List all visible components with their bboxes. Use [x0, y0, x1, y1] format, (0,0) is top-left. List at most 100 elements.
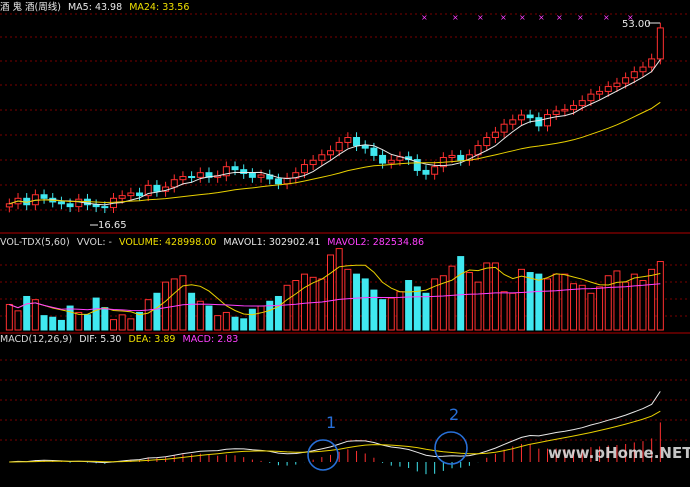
candle-body — [248, 172, 256, 178]
volume-bar — [509, 292, 517, 331]
candle-body — [656, 27, 664, 60]
marker-1-label: 1 — [326, 413, 336, 432]
volume-bar — [66, 305, 74, 331]
candle-body — [535, 117, 543, 127]
candle-body — [491, 131, 499, 139]
volume-bar — [240, 318, 248, 331]
volume-bar — [283, 284, 291, 331]
volume-value: VOLUME: 428998.00 — [119, 237, 217, 248]
price-header: 酒 鬼 酒(周线) MA5: 43.98 MA24: 33.56 — [0, 2, 193, 14]
candle-body — [596, 90, 604, 95]
candle-body — [370, 147, 378, 156]
vvol-value: VVOL: - — [76, 237, 112, 248]
volume-bar — [405, 280, 413, 331]
volume-bar — [335, 248, 343, 331]
volume-bar — [353, 273, 361, 331]
volume-panel-bars — [5, 248, 664, 331]
candle-body — [544, 114, 551, 127]
volume-bar — [413, 286, 421, 331]
signal-x-mark: × — [556, 13, 563, 22]
signal-x-mark: × — [538, 13, 545, 22]
volume-bar — [40, 315, 48, 331]
candle-body — [274, 178, 282, 185]
ma24-value: MA24: 33.56 — [129, 2, 190, 13]
candle-body — [257, 174, 265, 178]
marker-2-circle — [434, 431, 468, 465]
volume-bar — [127, 318, 135, 331]
candle-body — [344, 137, 352, 143]
stock-title: 酒 鬼 酒(周线) — [0, 2, 61, 13]
macd-indicator-name: MACD(12,26,9) — [0, 334, 73, 345]
candle-body — [500, 123, 508, 133]
volume-bar — [144, 299, 152, 331]
volume-bar — [57, 319, 65, 331]
low-price-label: 16.65 — [98, 220, 127, 231]
candle-body — [136, 192, 144, 197]
candle-body — [188, 176, 196, 179]
candle-body — [196, 172, 204, 178]
volume-bar — [387, 297, 395, 331]
candle-body — [327, 150, 334, 156]
volume-bar — [587, 292, 595, 331]
volume-bar — [231, 316, 239, 331]
volume-bar — [31, 299, 39, 331]
ma5-value: MA5: 43.98 — [67, 2, 123, 13]
candle-body — [622, 77, 630, 84]
candle-body — [387, 159, 395, 164]
candle-body — [353, 137, 361, 147]
candle-body — [101, 206, 109, 209]
volume-bar — [318, 278, 326, 331]
volume-bar — [457, 256, 465, 331]
volume-bar — [257, 305, 265, 331]
candle-body — [75, 198, 83, 208]
volume-bar — [170, 278, 178, 331]
candle-body — [379, 154, 387, 164]
volume-bar — [188, 292, 196, 331]
candle-body — [92, 204, 100, 208]
volume-bar — [23, 295, 31, 331]
candle-body — [40, 194, 48, 199]
candle-body — [431, 166, 439, 175]
candle-body — [526, 114, 534, 119]
signal-x-mark: × — [603, 13, 610, 22]
candle-body — [361, 145, 369, 149]
candle-body — [578, 100, 586, 106]
candle-body — [457, 154, 465, 161]
signal-x-mark: × — [421, 13, 428, 22]
volume-bar — [118, 314, 126, 331]
volume-bar — [214, 315, 222, 331]
candle-body — [630, 71, 638, 79]
mavol1-value: MAVOL1: 302902.41 — [223, 237, 321, 248]
volume-bar — [379, 299, 387, 331]
candle-body — [300, 164, 308, 174]
candle-body — [422, 169, 430, 175]
volume-bar — [179, 275, 187, 331]
candle-body — [552, 110, 560, 116]
volume-bar — [196, 300, 204, 331]
volume-bar — [222, 311, 230, 331]
volume-bar — [162, 281, 170, 331]
candle-body — [5, 203, 13, 208]
volume-bar — [535, 273, 543, 331]
volume-bar — [327, 254, 334, 331]
volume-bar — [474, 281, 482, 331]
volume-bar — [300, 273, 308, 331]
candle-body — [587, 93, 595, 102]
high-price-label: 53.00 — [622, 19, 651, 30]
candle-body — [448, 154, 456, 158]
volume-bar — [14, 310, 22, 331]
volume-bar — [552, 273, 560, 331]
volume-bar — [101, 307, 109, 331]
signal-x-mark: × — [477, 13, 484, 22]
candle-body — [639, 66, 647, 73]
candle-body — [57, 201, 65, 205]
volume-bar — [630, 273, 638, 331]
mavol2-value: MAVOL2: 282534.86 — [327, 237, 425, 248]
candle-body — [66, 203, 74, 208]
volume-bar — [274, 295, 282, 331]
volume-bar — [656, 261, 664, 331]
candle-body — [153, 184, 161, 192]
ma5-line — [9, 59, 661, 206]
macd-header: MACD(12,26,9) DIF: 5.30 DEA: 3.89 MACD: … — [0, 334, 242, 346]
candle-body — [309, 159, 317, 166]
